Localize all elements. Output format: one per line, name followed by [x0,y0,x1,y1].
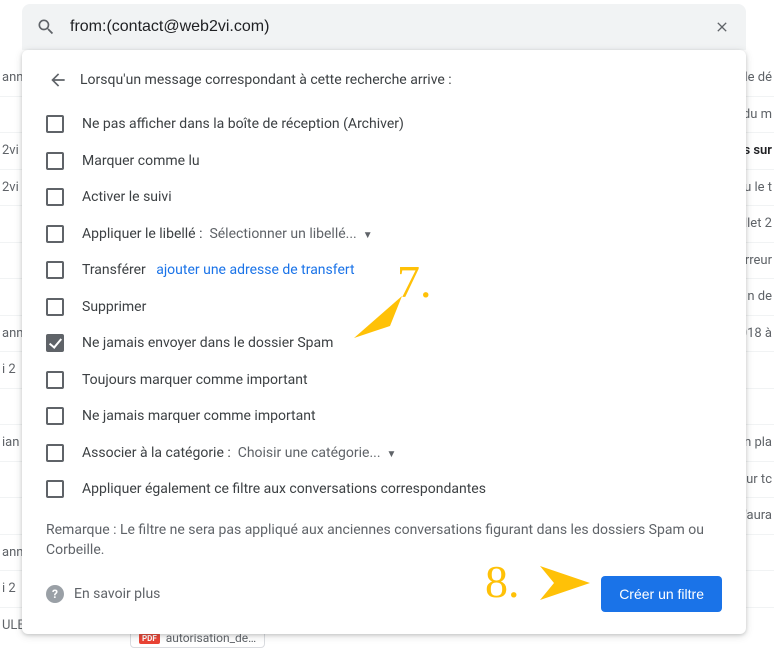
clear-search-icon[interactable] [710,15,734,39]
checkbox[interactable] [46,444,64,462]
chevron-down-icon: ▼ [387,449,397,460]
checkbox[interactable] [46,115,64,133]
option-always-important[interactable]: Toujours marquer comme important [46,362,722,399]
panel-footer: ? En savoir plus Créer un filtre [46,576,722,612]
panel-header: Lorsqu'un message correspondant à cette … [46,68,722,92]
option-never-important[interactable]: Ne jamais marquer comme important [46,398,722,435]
label-dropdown[interactable]: Sélectionner un libellé...▼ [209,226,372,242]
checkbox[interactable] [46,152,64,170]
option-list: Ne pas afficher dans la boîte de récepti… [46,106,722,508]
chevron-down-icon: ▼ [363,230,373,241]
checkbox[interactable] [46,261,64,279]
search-input[interactable] [68,17,700,37]
note-text: Remarque : Le filtre ne sera pas appliqu… [46,520,722,561]
checkbox[interactable] [46,225,64,243]
option-archive[interactable]: Ne pas afficher dans la boîte de récepti… [46,106,722,143]
checkbox[interactable] [46,371,64,389]
checkbox[interactable] [46,407,64,425]
option-apply-label[interactable]: Appliquer le libellé : Sélectionner un l… [46,216,722,253]
option-mark-read[interactable]: Marquer comme lu [46,143,722,180]
learn-more-link[interactable]: ? En savoir plus [46,585,160,603]
add-forward-address-link[interactable]: ajouter une adresse de transfert [156,262,354,278]
checkbox[interactable] [46,298,64,316]
checkbox[interactable] [46,188,64,206]
panel-heading: Lorsqu'un message correspondant à cette … [80,72,452,88]
create-filter-button[interactable]: Créer un filtre [601,576,722,612]
checkbox-checked[interactable] [46,334,64,352]
checkbox[interactable] [46,480,64,498]
pdf-icon: PDF [139,633,160,644]
search-bar [22,4,746,50]
option-delete[interactable]: Supprimer [46,289,722,326]
search-icon[interactable] [34,15,58,39]
option-star[interactable]: Activer le suivi [46,179,722,216]
option-never-spam[interactable]: Ne jamais envoyer dans le dossier Spam [46,325,722,362]
option-category[interactable]: Associer à la catégorie : Choisir une ca… [46,435,722,472]
category-dropdown[interactable]: Choisir une catégorie...▼ [238,445,397,461]
option-also-apply[interactable]: Appliquer également ce filtre aux conver… [46,471,722,508]
help-icon: ? [46,585,64,603]
back-arrow-icon[interactable] [46,68,70,92]
option-forward[interactable]: Transférer ajouter une adresse de transf… [46,252,722,289]
filter-panel: Lorsqu'un message correspondant à cette … [22,50,746,634]
